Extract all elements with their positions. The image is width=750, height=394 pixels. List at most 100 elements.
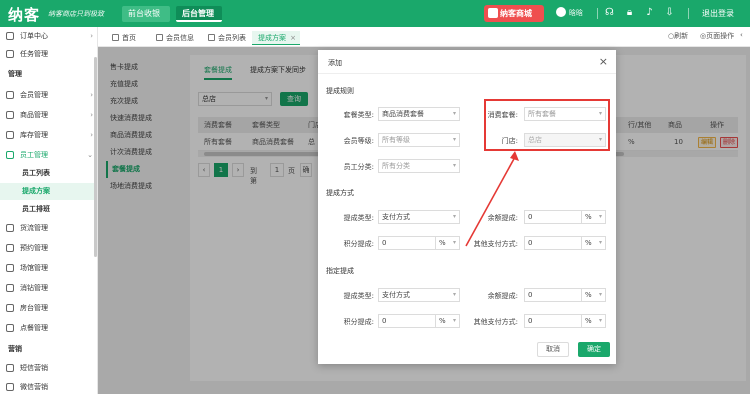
sidebar-item-sms[interactable]: 短信营销 bbox=[0, 359, 97, 377]
page-action-label: 页面操作 bbox=[706, 32, 735, 40]
sidebar-item-venue[interactable]: 场馆管理 bbox=[0, 259, 97, 277]
package-type-select[interactable]: 商品消费套餐 ▾ bbox=[378, 107, 460, 121]
sidebar-item-orders[interactable]: 订单中心 › bbox=[0, 27, 97, 45]
sidebar-item-members[interactable]: 会员管理 › bbox=[0, 86, 97, 104]
chevron-down-icon: ▾ bbox=[452, 213, 456, 220]
page-action-button[interactable]: ◎页面操作 bbox=[700, 31, 734, 41]
sidebar-item-rooms[interactable]: 房台管理 bbox=[0, 299, 97, 317]
add-commission-dialog: 添加 × 提成规则 套餐类型: 商品消费套餐 ▾ 消费套餐: 所有套餐 ▾ 会员等级… bbox=[318, 50, 616, 364]
sidebar-group-marketing: 营销 bbox=[8, 345, 22, 353]
sidebar-item-goods-flow[interactable]: 货流管理 bbox=[0, 219, 97, 237]
logout-button[interactable]: 退出登录 bbox=[702, 8, 734, 19]
chevron-down-icon: ▾ bbox=[452, 162, 456, 169]
user-menu[interactable]: 晗晗 bbox=[556, 7, 583, 18]
sidebar-item-products[interactable]: 商品管理 › bbox=[0, 106, 97, 124]
sidebar-group-manage: 管理 bbox=[8, 70, 22, 78]
consume-icon bbox=[6, 284, 14, 292]
list-icon bbox=[208, 34, 215, 41]
fixed-points-input[interactable]: 0 % ▾ bbox=[378, 314, 460, 328]
chevron-down-icon: ⌄ bbox=[87, 151, 93, 159]
fixed-balance-input[interactable]: 0 % ▾ bbox=[524, 288, 606, 302]
chevron-right-icon: › bbox=[90, 111, 93, 119]
nav-front-cashier[interactable]: 前台收银 bbox=[122, 6, 170, 22]
product-icon bbox=[6, 111, 14, 119]
chevron-down-icon: ▾ bbox=[452, 110, 456, 117]
fixed-type-label: 提成类型: bbox=[343, 292, 374, 300]
lock-icon[interactable]: 🔒︎ bbox=[624, 7, 635, 18]
sidebar-sub-commission-plan[interactable]: 提成方案 bbox=[0, 183, 97, 200]
tab-label: 首页 bbox=[122, 34, 136, 42]
section-rule-title: 提成规则 bbox=[326, 87, 354, 95]
user-icon bbox=[156, 34, 163, 41]
sidebar-item-tasks[interactable]: 任务管理 bbox=[0, 45, 97, 63]
sidebar-item-label: 场馆管理 bbox=[20, 264, 48, 272]
close-icon[interactable]: × bbox=[599, 55, 608, 68]
section-method-title: 提成方式 bbox=[326, 189, 354, 197]
chevron-down-icon: ▾ bbox=[598, 317, 602, 324]
sidebar-scrollbar[interactable] bbox=[94, 57, 97, 257]
app-logo[interactable]: 纳客 bbox=[8, 4, 40, 25]
divider bbox=[688, 8, 689, 19]
headset-icon[interactable]: ☊ bbox=[604, 7, 615, 18]
bell-icon[interactable]: ♪ bbox=[644, 7, 655, 18]
fixed-balance-label: 余额提成: bbox=[487, 292, 518, 300]
sidebar-item-staff[interactable]: 员工管理 ⌄ bbox=[0, 146, 97, 164]
sidebar-sub-staff-schedule[interactable]: 员工排班 bbox=[0, 201, 97, 218]
tab-member-info[interactable]: 会员信息 bbox=[156, 31, 194, 45]
balance-input[interactable]: 0 % ▾ bbox=[524, 210, 606, 224]
commission-type-select[interactable]: 支付方式 ▾ bbox=[378, 210, 460, 224]
tab-home[interactable]: 首页 bbox=[112, 31, 136, 45]
sidebar-item-label: 会员管理 bbox=[20, 91, 48, 99]
mall-button[interactable]: 纳客商城 bbox=[484, 5, 544, 22]
sidebar-item-wechat[interactable]: 微信营销 bbox=[0, 378, 97, 394]
confirm-button[interactable]: 确定 bbox=[578, 342, 610, 357]
sidebar-item-label: 商品管理 bbox=[20, 111, 48, 119]
select-value: 商品消费套餐 bbox=[382, 110, 424, 118]
sidebar-item-booking[interactable]: 预约管理 bbox=[0, 239, 97, 257]
tab-commission-plan[interactable]: 提成方案 × bbox=[252, 31, 300, 45]
room-icon bbox=[6, 304, 14, 312]
package-type-label: 套餐类型: bbox=[343, 111, 374, 119]
select-value: 所有分类 bbox=[382, 162, 410, 170]
input-value: 0 bbox=[528, 291, 533, 299]
percent-unit: % bbox=[581, 289, 592, 301]
sidebar-item-label: 点餐管理 bbox=[20, 324, 48, 332]
close-icon[interactable]: × bbox=[290, 31, 296, 45]
divider bbox=[597, 8, 598, 19]
avatar bbox=[556, 7, 566, 17]
section-fixed-title: 指定提成 bbox=[326, 267, 354, 275]
staff-category-label: 员工分类: bbox=[343, 163, 374, 171]
home-icon bbox=[112, 34, 119, 41]
sidebar-sub-staff-list[interactable]: 员工列表 bbox=[0, 165, 97, 182]
balance-label: 余额提成: bbox=[487, 214, 518, 222]
cancel-button[interactable]: 取消 bbox=[537, 342, 569, 357]
chevron-down-icon: ▾ bbox=[452, 136, 456, 143]
sidebar-item-ordering[interactable]: 点餐管理 bbox=[0, 319, 97, 337]
fixed-other-input[interactable]: 0 % ▾ bbox=[524, 314, 606, 328]
task-icon bbox=[6, 50, 14, 58]
member-level-select[interactable]: 所有等级 ▾ bbox=[378, 133, 460, 147]
sms-icon bbox=[6, 364, 14, 372]
venue-icon bbox=[6, 264, 14, 272]
tab-label: 会员列表 bbox=[218, 34, 246, 42]
input-value: 0 bbox=[382, 317, 387, 325]
nav-back-admin[interactable]: 后台管理 bbox=[176, 6, 222, 22]
sidebar-item-consume[interactable]: 消钻管理 bbox=[0, 279, 97, 297]
points-label: 积分提成: bbox=[343, 240, 374, 248]
sidebar-item-inventory[interactable]: 库存管理 › bbox=[0, 126, 97, 144]
percent-unit: % bbox=[435, 237, 446, 249]
select-value: 支付方式 bbox=[382, 213, 410, 221]
staff-category-select[interactable]: 所有分类 ▾ bbox=[378, 159, 460, 173]
chevron-right-icon: › bbox=[90, 32, 93, 40]
staff-icon bbox=[6, 151, 14, 159]
download-icon[interactable]: ⇩ bbox=[664, 7, 675, 18]
chevron-left-icon[interactable]: ‹ bbox=[740, 31, 743, 39]
user-name: 晗晗 bbox=[569, 9, 583, 17]
fixed-type-select[interactable]: 支付方式 ▾ bbox=[378, 288, 460, 302]
points-input[interactable]: 0 % ▾ bbox=[378, 236, 460, 250]
member-icon bbox=[6, 91, 14, 99]
refresh-button[interactable]: ○刷新 bbox=[668, 31, 688, 41]
fixed-points-label: 积分提成: bbox=[343, 318, 374, 326]
other-pay-input[interactable]: 0 % ▾ bbox=[524, 236, 606, 250]
tab-member-list[interactable]: 会员列表 bbox=[208, 31, 246, 45]
